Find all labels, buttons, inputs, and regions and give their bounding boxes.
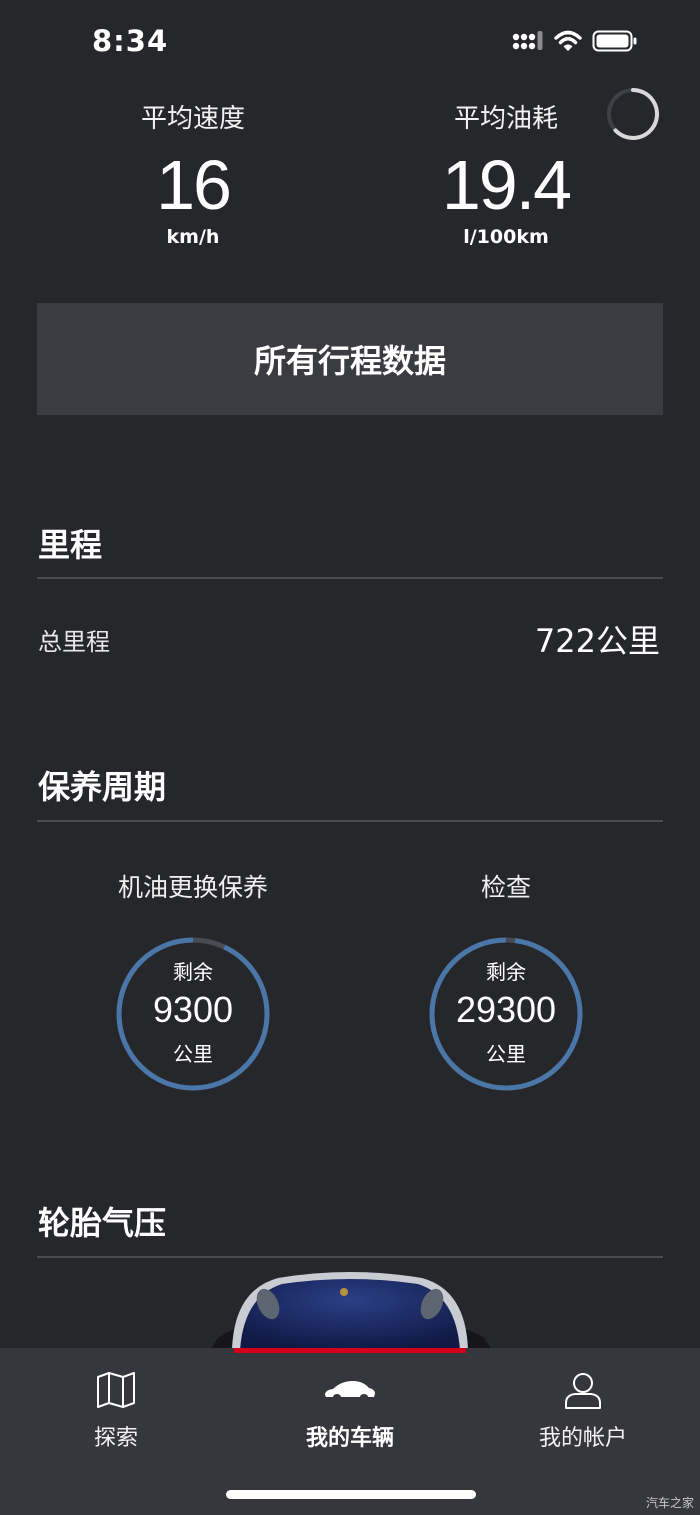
- user-icon: [565, 1373, 601, 1409]
- inspection-remaining-unit: 公里: [486, 1042, 526, 1066]
- active-tab-indicator: [234, 1348, 466, 1353]
- inspection-remaining-value: 29300: [455, 989, 557, 1030]
- inspection-gauge: 剩余 29300 公里: [426, 934, 586, 1094]
- nav-label-my-vehicle: 我的车辆: [305, 1426, 394, 1451]
- oil-change-gauge: 剩余 9300 公里: [113, 934, 273, 1094]
- oil-change-title: 机油更换保养: [117, 873, 268, 902]
- inspection-remaining-label: 剩余: [486, 960, 526, 984]
- avg-speed-stat: 平均速度 16 km/h: [63, 100, 323, 248]
- oil-change-service[interactable]: 机油更换保养 剩余 9300 公里: [43, 868, 343, 1094]
- status-time: 8:34: [92, 24, 169, 58]
- mileage-section-title: 里程: [38, 526, 103, 564]
- nav-label-my-account: 我的帐户: [538, 1426, 627, 1451]
- map-icon: [97, 1372, 135, 1408]
- nav-tab-my-vehicle[interactable]: 我的车辆: [250, 1370, 450, 1452]
- service-divider: [37, 820, 663, 822]
- loading-spinner-icon: [607, 88, 659, 140]
- car-icon: [325, 1381, 375, 1400]
- avg-fuel-value: 19.4: [441, 146, 572, 224]
- nav-tab-my-account[interactable]: 我的帐户: [483, 1370, 683, 1452]
- service-section-title: 保养周期: [38, 768, 167, 806]
- total-mileage-value: 722公里: [534, 622, 660, 660]
- mileage-divider: [37, 577, 663, 579]
- total-mileage-label: 总里程: [38, 628, 110, 656]
- bottom-nav: 探索 我的车辆 我的帐户: [0, 1348, 700, 1515]
- status-bar: 8:34: [0, 0, 700, 80]
- avg-fuel-stat: 平均油耗 19.4 l/100km: [376, 100, 636, 248]
- signal-icon: [512, 31, 543, 50]
- tire-pressure-section-title: 轮胎气压: [38, 1204, 167, 1242]
- car-top-view-image: [200, 1268, 500, 1350]
- status-icons: [512, 30, 638, 52]
- avg-speed-value: 16: [156, 146, 232, 224]
- nav-tab-explore[interactable]: 探索: [16, 1370, 216, 1452]
- nav-label-explore: 探索: [93, 1426, 138, 1451]
- watermark: 汽车之家: [645, 1496, 694, 1510]
- oil-change-remaining-unit: 公里: [173, 1042, 213, 1066]
- avg-speed-label: 平均速度: [140, 104, 245, 134]
- wifi-icon: [554, 30, 582, 51]
- avg-speed-unit: km/h: [166, 226, 220, 248]
- home-indicator[interactable]: [226, 1490, 476, 1499]
- oil-change-remaining-value: 9300: [152, 989, 234, 1030]
- avg-fuel-label: 平均油耗: [453, 104, 558, 134]
- all-trips-button[interactable]: 所有行程数据: [37, 303, 663, 415]
- battery-icon: [592, 30, 637, 52]
- avg-fuel-unit: l/100km: [463, 226, 549, 248]
- oil-change-remaining-label: 剩余: [173, 960, 213, 984]
- inspection-title: 检查: [480, 873, 531, 902]
- inspection-service[interactable]: 检查 剩余 29300 公里: [356, 868, 656, 1094]
- tire-pressure-divider: [37, 1256, 663, 1258]
